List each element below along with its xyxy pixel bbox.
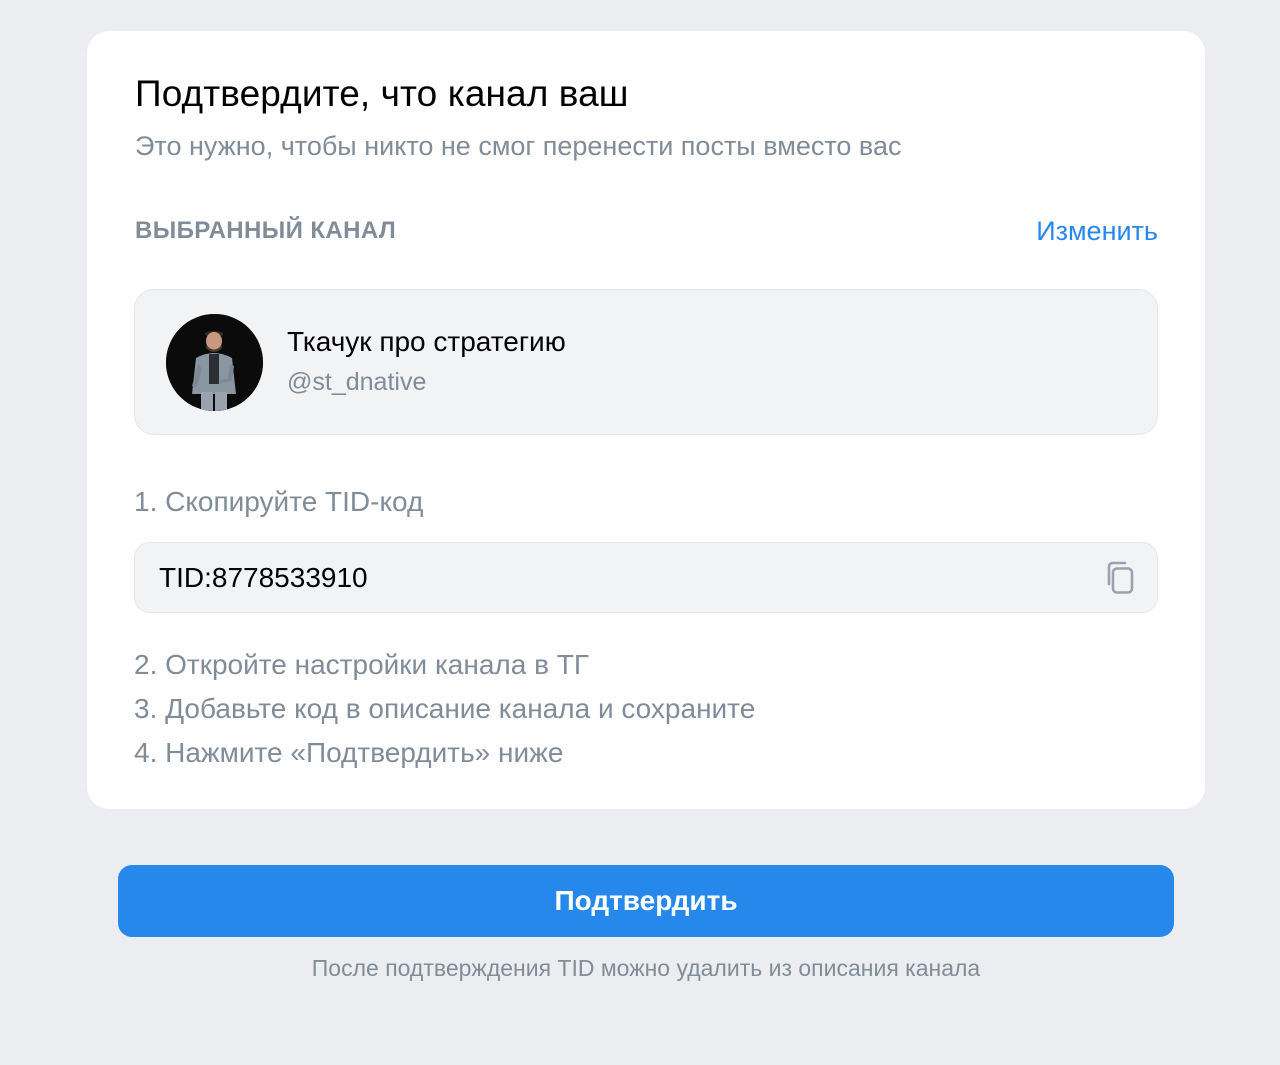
tid-code-field[interactable]: TID:8778533910 <box>134 542 1158 613</box>
verification-card: Подтвердите, что канал ваш Это нужно, чт… <box>87 31 1205 809</box>
copy-icon[interactable] <box>1103 560 1139 596</box>
tid-code-value[interactable]: TID:8778533910 <box>159 562 368 594</box>
step-copy-tid: 1. Скопируйте TID-код <box>134 486 424 517</box>
change-channel-link[interactable]: Изменить <box>1036 216 1158 247</box>
avatar-photo-icon <box>166 314 263 411</box>
step-open-settings: 2. Откройте настройки канала в ТГ <box>134 649 590 680</box>
instruction-steps: 2. Откройте настройки канала в ТГ 3. Доб… <box>134 643 755 775</box>
page-title: Подтвердите, что канал ваш <box>135 73 629 114</box>
step-add-code: 3. Добавьте код в описание канала и сохр… <box>134 693 756 724</box>
selected-channel-card: Ткачук про стратегию @st_dnative <box>134 289 1158 435</box>
confirm-button[interactable]: Подтвердить <box>118 865 1174 937</box>
footer-note: После подтверждения TID можно удалить из… <box>311 955 981 981</box>
selected-channel-label: ВЫБРАННЫЙ КАНАЛ <box>135 217 397 244</box>
channel-handle: @st_dnative <box>287 368 427 396</box>
channel-name: Ткачук про стратегию <box>287 326 566 357</box>
step-press-confirm: 4. Нажмите «Подтвердить» ниже <box>134 737 564 768</box>
page-subtitle: Это нужно, чтобы никто не смог перенести… <box>135 131 902 161</box>
channel-avatar <box>166 314 263 411</box>
